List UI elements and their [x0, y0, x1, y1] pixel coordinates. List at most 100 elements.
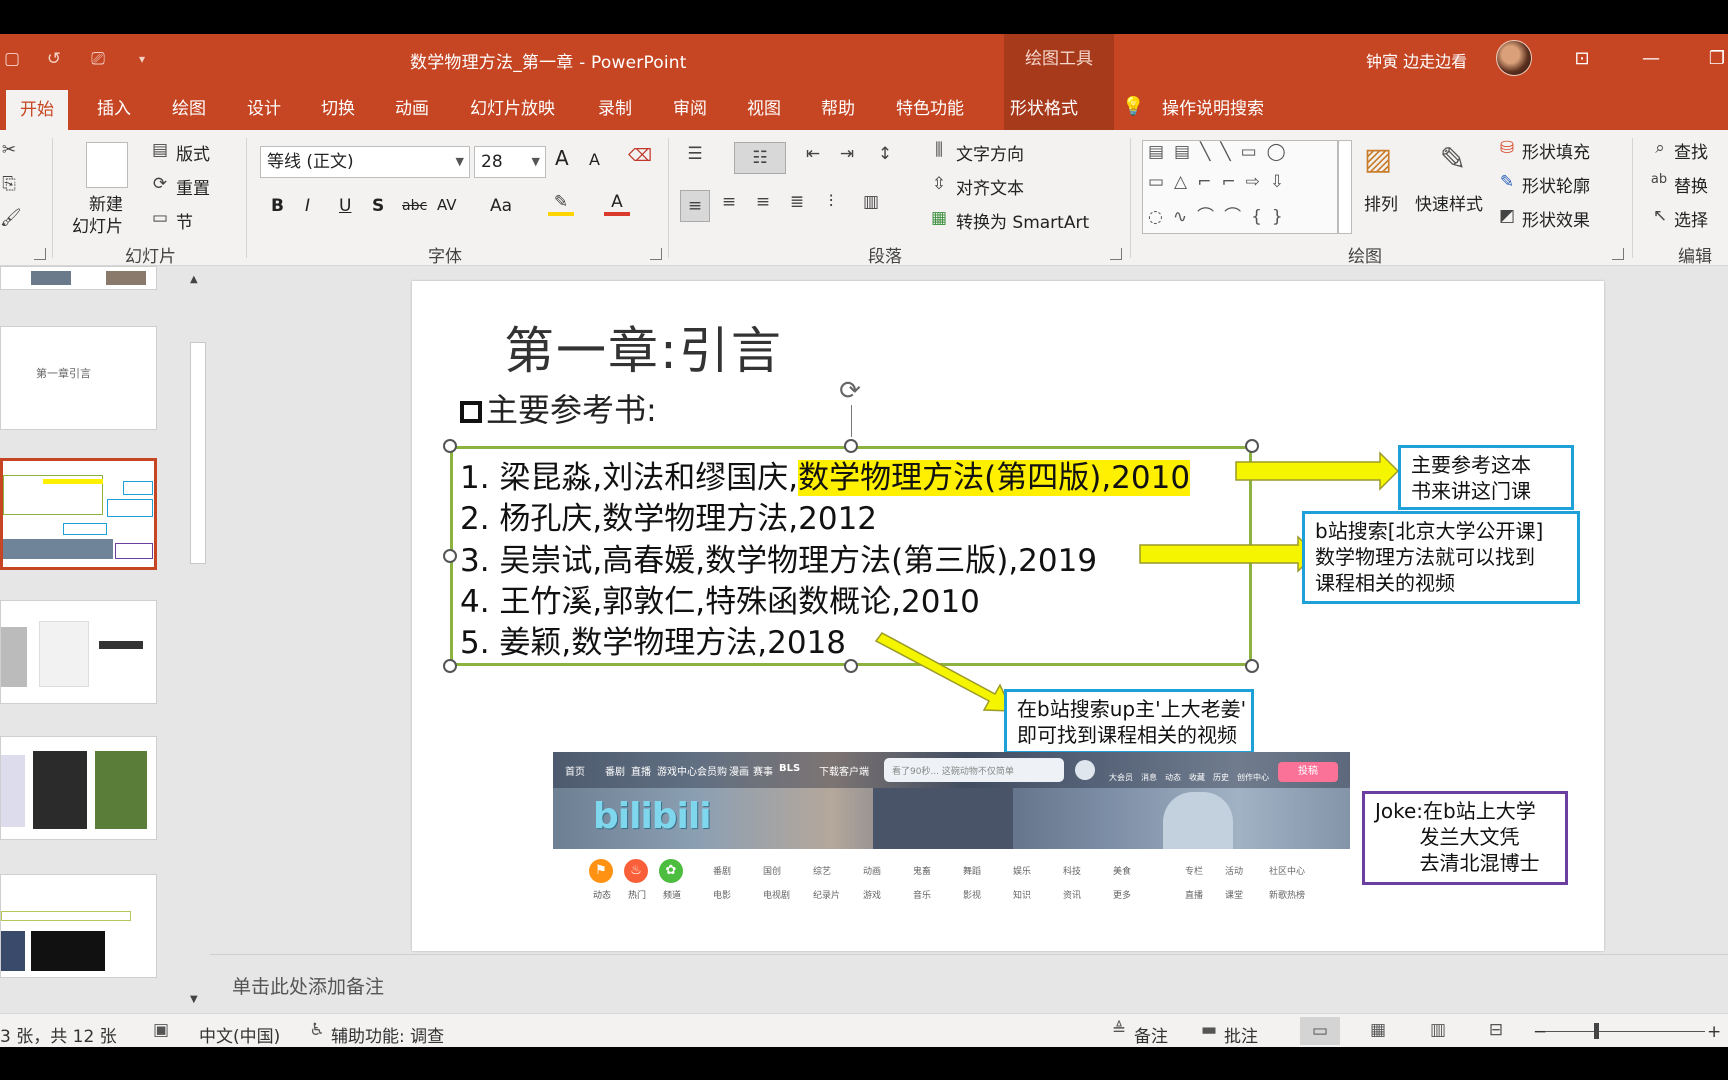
minimize-icon[interactable]: — — [1634, 42, 1668, 76]
slide-thumbnail-1[interactable] — [0, 266, 157, 290]
columns-icon[interactable]: ▥ — [858, 192, 884, 212]
customize-quick-access-icon[interactable]: ▾ — [130, 47, 154, 71]
shapes-row-3-icon[interactable]: ◌∿⌒⌒{} — [1148, 202, 1328, 227]
new-slide-icon[interactable] — [86, 142, 128, 188]
normal-view-icon[interactable]: ▭ — [1300, 1017, 1340, 1045]
scroll-down-icon[interactable]: ▼ — [190, 994, 198, 1005]
clipboard-launcher-icon[interactable] — [34, 248, 46, 260]
italic-button[interactable]: I — [305, 196, 310, 216]
language-indicator[interactable]: 中文(中国) — [199, 1022, 280, 1047]
paint-bucket-icon[interactable]: ⛁ — [1496, 138, 1518, 158]
shapes-gallery-scroll[interactable] — [1338, 140, 1352, 234]
slide-canvas[interactable]: 第一章:引言 主要参考书: ⟳ 1. 梁昆淼,刘法和缪国庆,数学物理方法(第四版… — [412, 281, 1604, 951]
text-direction-button[interactable]: 文字方向 — [956, 140, 1024, 165]
notes-icon[interactable]: ≜ — [1108, 1020, 1130, 1040]
new-slide-label-2[interactable]: 幻灯片 — [72, 212, 123, 237]
tab-review[interactable]: 审阅 — [673, 94, 707, 130]
reset-icon[interactable]: ⟳ — [150, 174, 170, 194]
paragraph-launcher-icon[interactable] — [1110, 248, 1122, 260]
font-name-dropdown[interactable]: 等线 (正文) ▼ — [260, 146, 470, 178]
section-icon[interactable]: ▭ — [150, 208, 170, 228]
strikethrough-button[interactable]: abc — [402, 198, 427, 214]
present-from-beginning-icon[interactable]: ⎚ — [86, 47, 110, 71]
arrange-icon[interactable]: ▨ — [1358, 142, 1398, 177]
shapes-row-2-icon[interactable]: ▭△⌐⌐⇨⇩ — [1148, 172, 1328, 192]
smartart-icon[interactable]: ▦ — [928, 208, 950, 228]
comments-toggle[interactable]: 批注 — [1224, 1022, 1258, 1047]
text-direction-icon[interactable]: ⫼ — [928, 140, 950, 160]
tab-slideshow[interactable]: 幻灯片放映 — [470, 94, 555, 130]
tab-special-features[interactable]: 特色功能 — [896, 94, 964, 130]
cursor-icon[interactable]: ↖ — [1650, 206, 1670, 226]
arrange-button[interactable]: 排列 — [1364, 190, 1398, 215]
zoom-in-button[interactable]: + — [1707, 1022, 1721, 1042]
justify-icon[interactable]: ≣ — [784, 192, 810, 212]
pen-icon[interactable]: ✎ — [1496, 172, 1518, 192]
copy-icon[interactable]: ⎘ — [0, 174, 18, 194]
layout-icon[interactable]: ▤ — [150, 140, 170, 160]
find-button[interactable]: 查找 — [1674, 138, 1708, 163]
layout-button[interactable]: 版式 — [176, 140, 210, 165]
ribbon-display-options-icon[interactable]: ⊡ — [1565, 42, 1599, 76]
notes-placeholder[interactable]: 单击此处添加备注 — [232, 972, 384, 999]
tab-home[interactable]: 开始 — [6, 90, 68, 130]
text-shadow-button[interactable]: S — [372, 196, 384, 216]
bold-button[interactable]: B — [271, 196, 284, 216]
align-left-icon[interactable]: ≡ — [680, 190, 710, 222]
select-button[interactable]: 选择 — [1674, 206, 1708, 231]
align-text-button[interactable]: 对齐文本 — [956, 174, 1024, 199]
tab-insert[interactable]: 插入 — [97, 94, 131, 130]
font-launcher-icon[interactable] — [650, 248, 662, 260]
tab-animations[interactable]: 动画 — [395, 94, 429, 130]
font-color-icon[interactable]: A — [604, 192, 630, 216]
slideshow-icon[interactable]: ⊟ — [1482, 1020, 1510, 1040]
underline-button[interactable]: U — [339, 196, 351, 216]
bullets-icon[interactable]: ☰ — [682, 144, 708, 164]
slide-thumbnail-3[interactable] — [0, 458, 157, 570]
note-bilibili-up[interactable]: 在b站搜索up主'上大老姜' 即可找到课程相关的视频 — [1004, 689, 1254, 754]
zoom-slider-track[interactable] — [1545, 1031, 1705, 1032]
increase-indent-icon[interactable]: ⇥ — [834, 144, 860, 164]
slide-thumbnail-4[interactable] — [0, 600, 157, 704]
shrink-font-button[interactable]: A — [589, 150, 600, 169]
zoom-slider-thumb[interactable] — [1594, 1023, 1599, 1039]
notes-toggle[interactable]: 备注 — [1134, 1022, 1168, 1047]
decrease-indent-icon[interactable]: ⇤ — [800, 144, 826, 164]
highlight-color-icon[interactable]: ✎ — [548, 192, 574, 216]
tab-draw[interactable]: 绘图 — [172, 94, 206, 130]
character-spacing-button[interactable]: AV — [437, 196, 457, 214]
note-joke[interactable]: Joke:在b站上大学 发兰大文凭 去清北混博士 — [1362, 791, 1568, 885]
undo-icon[interactable]: ↺ — [42, 47, 66, 71]
accessibility-icon[interactable]: ♿ — [306, 1020, 328, 1040]
tell-me-search[interactable]: 操作说明搜索 — [1162, 94, 1264, 130]
convert-smartart-button[interactable]: 转换为 SmartArt — [956, 208, 1089, 233]
shapes-row-1-icon[interactable]: ▤▤╲╲▭◯ — [1148, 142, 1328, 162]
line-spacing-icon[interactable]: ↕ — [872, 144, 898, 164]
slide-sorter-icon[interactable]: ▦ — [1364, 1020, 1392, 1040]
note-pku-course[interactable]: b站搜索[北京大学公开课] 数学物理方法就可以找到 课程相关的视频 — [1302, 511, 1580, 604]
tab-transitions[interactable]: 切换 — [321, 94, 355, 130]
change-case-button[interactable]: Aa — [490, 196, 512, 216]
shape-outline-button[interactable]: 形状轮廓 — [1522, 172, 1590, 197]
distribute-icon[interactable]: ⫶ — [818, 192, 844, 212]
tab-view[interactable]: 视图 — [747, 94, 781, 130]
align-right-icon[interactable]: ≡ — [750, 192, 776, 212]
section-button[interactable]: 节 — [176, 208, 193, 233]
user-name[interactable]: 钟寅 边走边看 — [1366, 48, 1467, 72]
scroll-up-icon[interactable]: ▲ — [190, 274, 198, 285]
drawing-launcher-icon[interactable] — [1612, 248, 1624, 260]
reset-button[interactable]: 重置 — [176, 174, 210, 199]
note-main-reference[interactable]: 主要参考这本 书来讲这门课 — [1398, 445, 1574, 510]
accessibility-status[interactable]: 辅助功能: 调查 — [331, 1022, 444, 1047]
comment-icon[interactable]: ▬ — [1198, 1020, 1220, 1040]
shape-effects-button[interactable]: 形状效果 — [1522, 206, 1590, 231]
font-size-dropdown[interactable]: 28 ▼ — [474, 146, 546, 178]
notes-pane[interactable]: 单击此处添加备注 — [210, 954, 1728, 1013]
bilibili-screenshot[interactable]: 首页 番剧 直播 游戏中心 会员购 漫画 赛事 BLS 下载客户端 看了90秒.… — [553, 752, 1350, 930]
shape-fill-button[interactable]: 形状填充 — [1522, 138, 1590, 163]
restore-icon[interactable]: ❐ — [1700, 42, 1728, 76]
quick-styles-button[interactable]: 快速样式 — [1415, 190, 1483, 215]
cut-icon[interactable]: ✂ — [0, 140, 18, 160]
align-center-icon[interactable]: ≡ — [716, 192, 742, 212]
scrollbar-thumb[interactable] — [190, 342, 206, 564]
